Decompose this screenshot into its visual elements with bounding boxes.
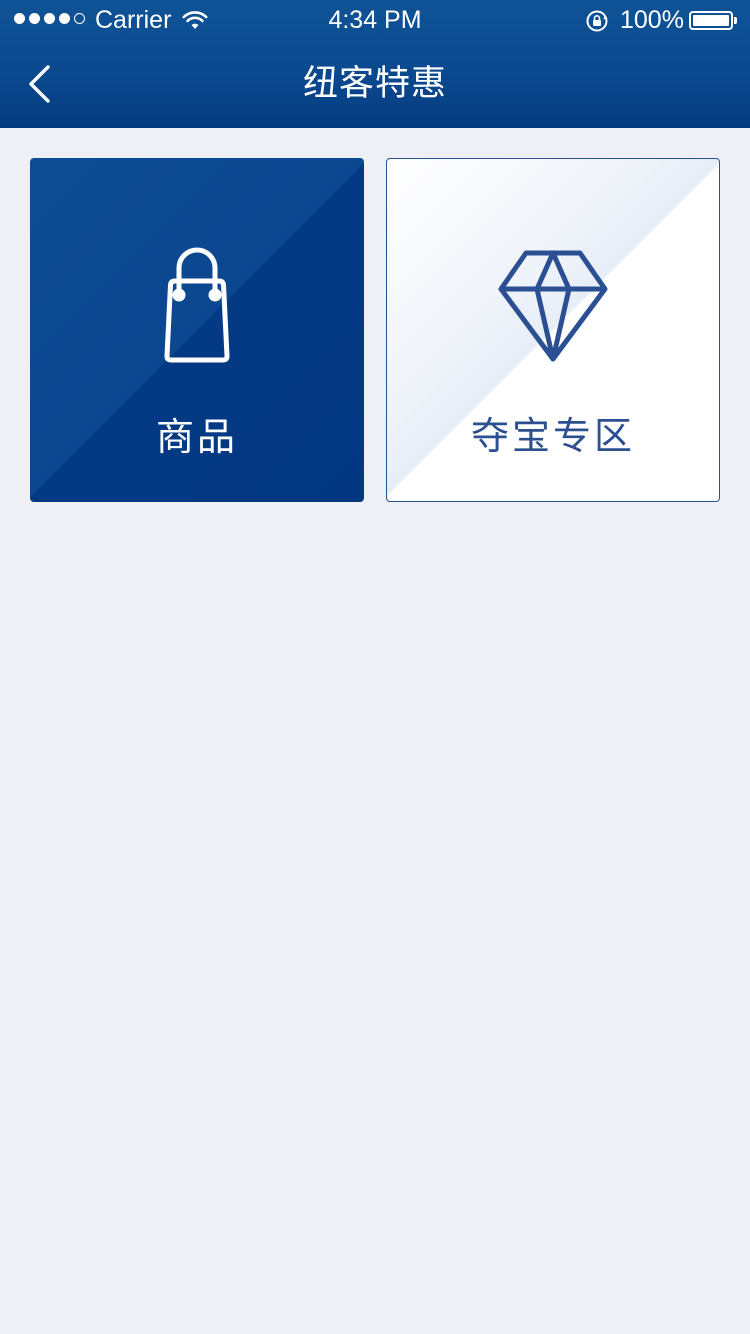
battery-icon: [689, 11, 733, 30]
shopping-bag-icon: [164, 247, 230, 363]
header: Carrier 4:34 PM 100% 纽客特惠: [0, 0, 750, 128]
rotation-lock-icon: [586, 10, 608, 32]
battery-tip: [734, 17, 737, 24]
diamond-icon: [498, 250, 608, 362]
treasure-zone-tile[interactable]: 夺宝专区: [386, 158, 720, 502]
goods-tile[interactable]: 商品: [30, 158, 364, 502]
battery-level-fill: [693, 15, 729, 26]
treasure-zone-tile-label: 夺宝专区: [470, 414, 635, 458]
goods-tile-label: 商品: [155, 415, 238, 459]
status-bar: Carrier 4:34 PM 100%: [0, 0, 750, 40]
battery-percentage: 100%: [620, 6, 684, 34]
page-title: 纽客特惠: [302, 64, 447, 104]
